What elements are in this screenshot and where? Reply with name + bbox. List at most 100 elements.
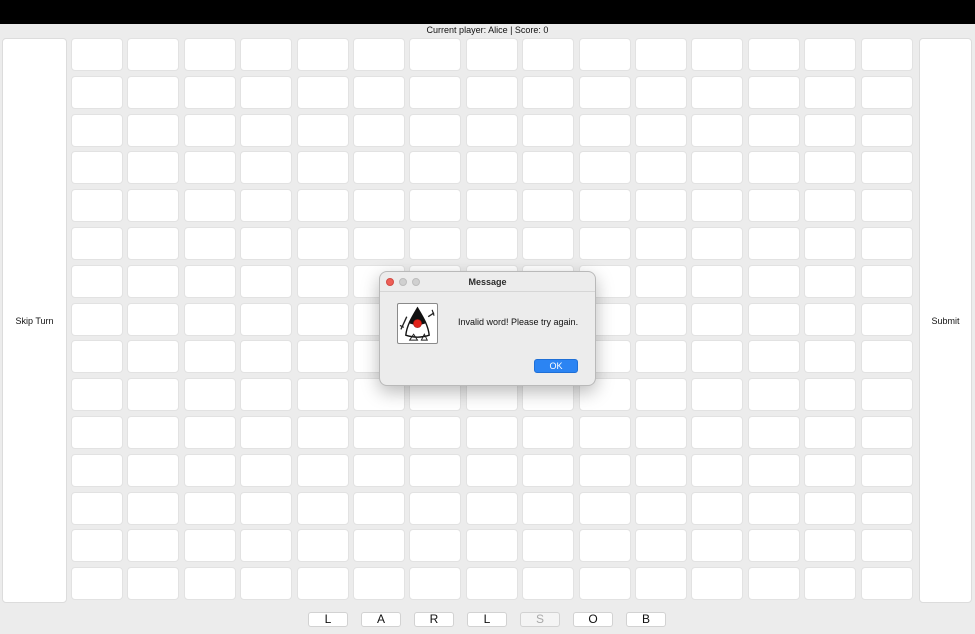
rack-tile[interactable]: L xyxy=(308,612,348,627)
board-cell[interactable] xyxy=(409,151,461,184)
board-cell[interactable] xyxy=(691,303,743,336)
board-cell[interactable] xyxy=(522,38,574,71)
board-cell[interactable] xyxy=(127,416,179,449)
board-cell[interactable] xyxy=(466,454,518,487)
board-cell[interactable] xyxy=(184,265,236,298)
board-cell[interactable] xyxy=(240,151,292,184)
board-cell[interactable] xyxy=(127,529,179,562)
rack-tile[interactable]: R xyxy=(414,612,454,627)
board-cell[interactable] xyxy=(71,227,123,260)
board-cell[interactable] xyxy=(861,340,913,373)
board-cell[interactable] xyxy=(635,189,687,222)
board-cell[interactable] xyxy=(635,114,687,147)
board-cell[interactable] xyxy=(748,151,800,184)
board-cell[interactable] xyxy=(804,227,856,260)
board-cell[interactable] xyxy=(240,189,292,222)
board-cell[interactable] xyxy=(71,340,123,373)
board-cell[interactable] xyxy=(748,378,800,411)
board-cell[interactable] xyxy=(635,265,687,298)
board-cell[interactable] xyxy=(240,114,292,147)
board-cell[interactable] xyxy=(748,76,800,109)
board-cell[interactable] xyxy=(409,454,461,487)
board-cell[interactable] xyxy=(353,189,405,222)
board-cell[interactable] xyxy=(861,303,913,336)
board-cell[interactable] xyxy=(409,227,461,260)
board-cell[interactable] xyxy=(804,340,856,373)
board-cell[interactable] xyxy=(184,151,236,184)
board-cell[interactable] xyxy=(353,227,405,260)
board-cell[interactable] xyxy=(297,567,349,600)
board-cell[interactable] xyxy=(748,303,800,336)
board-cell[interactable] xyxy=(297,151,349,184)
board-cell[interactable] xyxy=(522,567,574,600)
board-cell[interactable] xyxy=(409,114,461,147)
board-cell[interactable] xyxy=(691,189,743,222)
board-cell[interactable] xyxy=(240,303,292,336)
board-cell[interactable] xyxy=(240,454,292,487)
board-cell[interactable] xyxy=(691,416,743,449)
board-cell[interactable] xyxy=(71,567,123,600)
board-cell[interactable] xyxy=(409,416,461,449)
board-cell[interactable] xyxy=(71,416,123,449)
board-cell[interactable] xyxy=(579,567,631,600)
board-cell[interactable] xyxy=(522,492,574,525)
board-cell[interactable] xyxy=(184,529,236,562)
board-cell[interactable] xyxy=(691,76,743,109)
board-cell[interactable] xyxy=(635,378,687,411)
close-window-icon[interactable] xyxy=(386,278,394,286)
board-cell[interactable] xyxy=(353,151,405,184)
board-cell[interactable] xyxy=(861,38,913,71)
board-cell[interactable] xyxy=(184,76,236,109)
board-cell[interactable] xyxy=(861,492,913,525)
board-cell[interactable] xyxy=(240,265,292,298)
board-cell[interactable] xyxy=(579,416,631,449)
board-cell[interactable] xyxy=(466,416,518,449)
board-cell[interactable] xyxy=(804,378,856,411)
board-cell[interactable] xyxy=(297,529,349,562)
board-cell[interactable] xyxy=(861,265,913,298)
board-cell[interactable] xyxy=(804,416,856,449)
board-cell[interactable] xyxy=(71,454,123,487)
board-cell[interactable] xyxy=(71,265,123,298)
board-cell[interactable] xyxy=(297,38,349,71)
board-cell[interactable] xyxy=(240,492,292,525)
board-cell[interactable] xyxy=(748,340,800,373)
board-cell[interactable] xyxy=(127,265,179,298)
board-cell[interactable] xyxy=(297,303,349,336)
board-cell[interactable] xyxy=(522,454,574,487)
board-cell[interactable] xyxy=(804,265,856,298)
board-cell[interactable] xyxy=(297,114,349,147)
board-cell[interactable] xyxy=(522,416,574,449)
board-cell[interactable] xyxy=(127,114,179,147)
board-cell[interactable] xyxy=(748,227,800,260)
board-cell[interactable] xyxy=(861,76,913,109)
board-cell[interactable] xyxy=(861,151,913,184)
board-cell[interactable] xyxy=(127,567,179,600)
board-cell[interactable] xyxy=(240,529,292,562)
board-cell[interactable] xyxy=(748,454,800,487)
board-cell[interactable] xyxy=(579,151,631,184)
board-cell[interactable] xyxy=(522,114,574,147)
board-cell[interactable] xyxy=(861,567,913,600)
board-cell[interactable] xyxy=(691,378,743,411)
board-cell[interactable] xyxy=(184,227,236,260)
board-cell[interactable] xyxy=(635,340,687,373)
board-cell[interactable] xyxy=(297,76,349,109)
board-cell[interactable] xyxy=(184,303,236,336)
board-cell[interactable] xyxy=(409,38,461,71)
board-cell[interactable] xyxy=(297,454,349,487)
board-cell[interactable] xyxy=(184,567,236,600)
board-cell[interactable] xyxy=(127,454,179,487)
board-cell[interactable] xyxy=(353,492,405,525)
board-cell[interactable] xyxy=(71,378,123,411)
board-cell[interactable] xyxy=(804,189,856,222)
board-cell[interactable] xyxy=(240,340,292,373)
board-cell[interactable] xyxy=(127,151,179,184)
board-cell[interactable] xyxy=(522,529,574,562)
board-cell[interactable] xyxy=(466,227,518,260)
board-cell[interactable] xyxy=(297,227,349,260)
board-cell[interactable] xyxy=(127,340,179,373)
board-cell[interactable] xyxy=(240,227,292,260)
board-cell[interactable] xyxy=(691,151,743,184)
board-cell[interactable] xyxy=(748,114,800,147)
